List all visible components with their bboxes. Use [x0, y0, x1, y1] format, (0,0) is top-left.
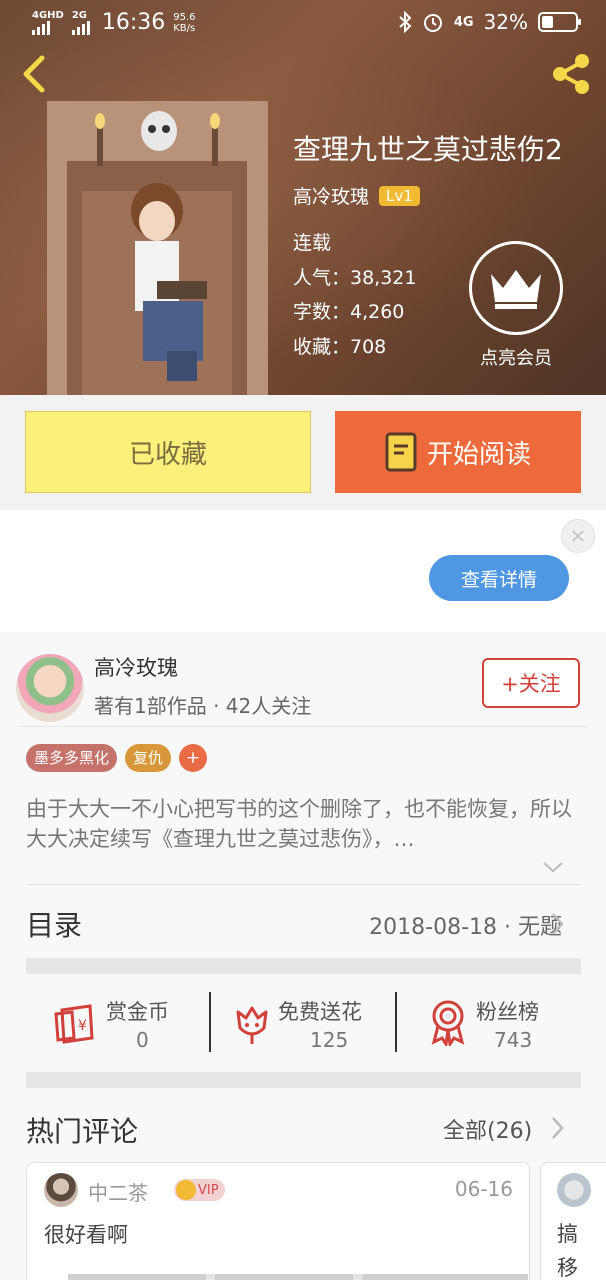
free-flower-button[interactable]: 免费送花 125 — [228, 990, 388, 1060]
network-indicator: 4GHD — [32, 9, 64, 35]
tag-chip[interactable]: 墨多多黑化 — [26, 744, 118, 772]
action-bar: 已收藏 开始阅读 — [0, 395, 606, 510]
vip-button[interactable] — [469, 241, 563, 335]
favorites-count: 收藏：708 — [293, 335, 387, 358]
back-arrow-icon[interactable] — [16, 52, 56, 96]
stat-value: 125 — [310, 1028, 349, 1052]
book-icon — [385, 432, 417, 472]
author-stats: 著有1部作品 · 42人关注 — [94, 694, 312, 718]
status-right: 4G 32% — [398, 10, 581, 34]
section-separator — [26, 958, 581, 974]
favorited-button[interactable]: 已收藏 — [25, 411, 311, 493]
signal-icon — [71, 20, 90, 35]
book-header: 4GHD 2G 16:36 95.6 KB/s 4G 32% 查理九世之莫过悲伤… — [0, 0, 606, 395]
stat-separator — [209, 992, 211, 1052]
start-reading-button[interactable]: 开始阅读 — [335, 411, 581, 493]
clock: 16:36 — [101, 10, 166, 35]
stat-value: 743 — [494, 1028, 533, 1052]
author-avatar[interactable] — [16, 654, 84, 722]
toc-title[interactable]: 目录 — [26, 904, 82, 944]
commenter-avatar[interactable] — [44, 1173, 78, 1207]
alarm-icon — [423, 14, 442, 32]
comment-card[interactable]: 搞移 — [540, 1162, 606, 1280]
follow-button[interactable]: +关注 — [482, 658, 580, 708]
comment-text: 搞移 — [557, 1222, 578, 1280]
popularity-count: 人气：38,321 — [293, 266, 417, 289]
view-details-button[interactable]: 查看详情 — [429, 555, 569, 601]
stat-label: 粉丝榜 — [476, 1000, 539, 1024]
author-name[interactable]: 高冷玫瑰 — [293, 182, 369, 209]
word-count: 字数：4,260 — [293, 301, 405, 323]
flower-icon — [236, 1006, 268, 1044]
vip-badge-label: VIP — [198, 1182, 219, 1198]
network-type: 4GHD — [32, 9, 64, 21]
network-speed: 95.6 KB/s — [173, 12, 195, 34]
stat-label: 免费送花 — [278, 1000, 362, 1024]
fan-ranking-button[interactable]: 粉丝榜 743 — [424, 990, 584, 1060]
book-meta: 连载 人气：38,321 字数：4,260 收藏：708 — [293, 226, 416, 364]
red-envelope-icon: ¥ — [54, 1004, 94, 1044]
serial-status: 连载 — [293, 232, 332, 254]
network-indicator-2: 2G — [71, 9, 90, 35]
status-left: 4GHD 2G 16:36 95.6 KB/s — [32, 10, 196, 35]
cover-illustration — [47, 101, 268, 395]
latest-chapter[interactable]: 2018-08-18 · 无题 — [369, 909, 562, 941]
battery-percent: 32% — [483, 10, 528, 34]
book-cover[interactable] — [47, 101, 268, 395]
battery-icon — [538, 12, 581, 32]
vip-label[interactable]: 点亮会员 — [466, 344, 566, 370]
author-profile-name[interactable]: 高冷玫瑰 — [94, 652, 178, 682]
share-icon[interactable] — [548, 50, 596, 98]
network-type-2: 2G — [71, 9, 88, 21]
comment-card[interactable]: 中二茶 VIP 06-16 很好看啊 — [26, 1162, 530, 1280]
chevron-right-icon[interactable] — [550, 912, 564, 936]
stat-separator — [395, 992, 397, 1052]
close-icon — [572, 530, 584, 542]
reward-coins-button[interactable]: ¥ 赏金币 0 — [52, 990, 202, 1060]
speed-unit: KB/s — [173, 22, 196, 34]
speed-value: 95.6 — [173, 11, 196, 23]
tag-chip[interactable]: 复仇 — [125, 744, 172, 772]
vip-badge: VIP — [174, 1179, 225, 1201]
tag-list: 墨多多黑化 复仇 + — [26, 744, 208, 772]
comment-text: 很好看啊 — [44, 1223, 128, 1247]
bluetooth-icon — [399, 11, 412, 33]
commenter-avatar[interactable] — [557, 1173, 591, 1207]
hot-comments-title: 热门评论 — [26, 1115, 139, 1148]
author-row[interactable]: 高冷玫瑰 Lv1 — [293, 182, 420, 209]
synopsis[interactable]: 由于大大一不小心把写书的这个删除了，也不能恢复，所以大大决定续写《查理九世之莫过… — [26, 794, 576, 854]
section-separator — [26, 1072, 581, 1088]
level-badge: Lv1 — [379, 185, 420, 206]
comment-date: 06-16 — [454, 1177, 513, 1201]
commenter-name[interactable]: 中二茶 — [88, 1177, 148, 1206]
award-medal-icon — [431, 1000, 465, 1046]
signal-icon — [32, 20, 50, 35]
chevron-right-icon[interactable] — [550, 1116, 564, 1140]
divider — [26, 884, 581, 885]
crown-icon — [491, 270, 541, 309]
crown-icon — [176, 1180, 196, 1200]
book-title: 查理九世之莫过悲伤2 — [293, 133, 563, 166]
status-bar: 4GHD 2G 16:36 95.6 KB/s 4G 32% — [0, 0, 606, 46]
stat-value: 0 — [136, 1028, 149, 1052]
all-comments-link[interactable]: 全部(26) — [443, 1113, 532, 1145]
chevron-down-icon[interactable] — [542, 860, 564, 874]
svg-text:¥: ¥ — [78, 1018, 87, 1034]
stat-label: 赏金币 — [106, 1000, 169, 1024]
network-4g: 4G — [453, 14, 474, 30]
divider — [18, 726, 588, 727]
close-ad-button[interactable] — [561, 519, 595, 553]
ad-banner[interactable]: 查看详情 — [0, 510, 606, 632]
book-details: 高冷玫瑰 著有1部作品 · 42人关注 +关注 墨多多黑化 复仇 + 由于大大一… — [0, 632, 606, 1280]
add-tag-button[interactable]: + — [179, 744, 208, 772]
start-reading-label: 开始阅读 — [426, 439, 531, 470]
carousel-indicator — [68, 1274, 528, 1280]
